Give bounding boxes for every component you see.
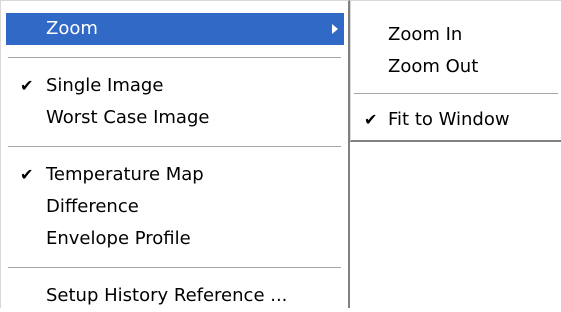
- submenu-item-fit-to-window-label: Fit to Window: [388, 109, 510, 130]
- menu-item-zoom-label: Zoom: [46, 18, 98, 39]
- menu-item-setup-history-reference-label: Setup History Reference ...: [46, 285, 288, 306]
- submenu-item-zoom-in[interactable]: Zoom In: [351, 19, 561, 51]
- menu-separator: [8, 57, 341, 58]
- menu-item-envelope-profile-label: Envelope Profile: [46, 228, 191, 249]
- submenu-item-fit-to-window[interactable]: ✔ Fit to Window: [351, 104, 561, 136]
- submenu-arrow-icon: [332, 24, 338, 34]
- menu-item-setup-history-reference[interactable]: Setup History Reference ...: [1, 280, 348, 312]
- checkmark-icon: ✔: [364, 110, 378, 129]
- menu-item-temperature-map[interactable]: ✔ Temperature Map: [1, 159, 348, 191]
- menu-item-temperature-map-label: Temperature Map: [46, 164, 204, 185]
- menu-item-difference[interactable]: Difference: [1, 191, 348, 223]
- checkmark-icon: ✔: [20, 76, 34, 95]
- menu-item-worst-case-image[interactable]: Worst Case Image: [1, 102, 348, 134]
- zoom-submenu: Zoom In Zoom Out ✔ Fit to Window: [350, 0, 561, 142]
- menu-separator: [8, 146, 341, 147]
- context-menu: Zoom ✔ Single Image Worst Case Image ✔ T…: [0, 0, 350, 308]
- menu-separator: [354, 93, 558, 94]
- menu-item-worst-case-image-label: Worst Case Image: [46, 107, 210, 128]
- menu-separator: [8, 267, 341, 268]
- submenu-item-zoom-out-label: Zoom Out: [388, 56, 479, 77]
- menu-item-single-image[interactable]: ✔ Single Image: [1, 70, 348, 102]
- menu-item-envelope-profile[interactable]: Envelope Profile: [1, 223, 348, 255]
- menu-item-zoom[interactable]: Zoom: [6, 13, 344, 45]
- submenu-item-zoom-out[interactable]: Zoom Out: [351, 51, 561, 83]
- menu-item-difference-label: Difference: [46, 196, 139, 217]
- submenu-item-zoom-in-label: Zoom In: [388, 24, 463, 45]
- menu-item-single-image-label: Single Image: [46, 75, 164, 96]
- checkmark-icon: ✔: [20, 165, 34, 184]
